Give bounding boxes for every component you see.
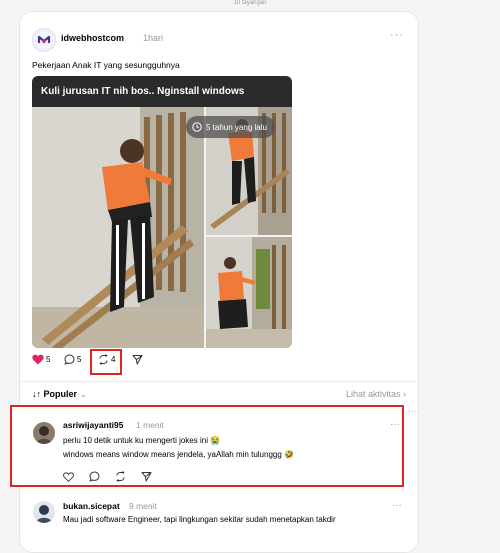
comment-timestamp: 9 menit (129, 501, 157, 511)
comment-text-line: Mau jadi software Engineer, tapi lingkun… (63, 515, 336, 524)
heart-filled-icon (32, 354, 44, 365)
sort-dropdown-label: Populer (43, 389, 78, 399)
timestamp-badge: 5 tahun yang lalu (186, 116, 275, 138)
like-count: 5 (46, 355, 51, 364)
comment-share-button[interactable] (141, 469, 167, 487)
comment-highlight-box: asriwijayanti95 1 menit ··· perlu 10 det… (10, 405, 404, 487)
chevron-down-icon: ⌄ (79, 389, 88, 399)
avatar[interactable] (33, 422, 55, 444)
post-more-button[interactable]: ··· (390, 29, 404, 41)
send-icon (141, 472, 152, 482)
repost-highlight-box (90, 349, 122, 375)
comment-more-button[interactable]: ··· (392, 500, 402, 511)
avatar[interactable] (32, 28, 56, 52)
post-media[interactable]: Kuli jurusan IT nih bos.. Nginstall wind… (32, 76, 292, 348)
comment-count: 5 (77, 355, 82, 364)
top-stub-text: 10 tayangan (233, 0, 267, 6)
user-photo-icon (33, 422, 55, 444)
photo-bottom-right[interactable] (206, 237, 292, 348)
avatar[interactable] (33, 501, 55, 523)
media-caption: Kuli jurusan IT nih bos.. Nginstall wind… (32, 76, 292, 107)
comment-bubble-icon (89, 471, 100, 482)
clock-icon (192, 122, 202, 132)
heart-outline-icon (63, 472, 74, 482)
comment-action-bar (63, 469, 167, 487)
comment-repost-button[interactable] (115, 469, 141, 487)
divider (20, 381, 418, 382)
comment-text-line: windows means window means jendela, yaAl… (63, 450, 294, 459)
comment-item: bukan.sicepat 9 menit ··· Mau jadi softw… (19, 488, 419, 524)
view-activity-label: Lihat aktivitas (345, 389, 401, 399)
user-photo-icon (33, 501, 55, 523)
send-icon (132, 355, 143, 365)
comment-username[interactable]: asriwijayanti95 (63, 420, 123, 430)
repost-icon (116, 471, 125, 482)
post-username[interactable]: idwebhostcom (61, 33, 124, 43)
timestamp-badge-label: 5 tahun yang lalu (206, 122, 267, 132)
comment-reply-button[interactable] (89, 469, 115, 487)
post-text: Pekerjaan Anak IT yang sesungguhnya (32, 60, 180, 70)
sort-arrows-icon: ↓↑ (32, 389, 41, 399)
chevron-right-icon: › (403, 389, 406, 399)
idwebhost-logo-icon (34, 30, 54, 50)
comment-like-button[interactable] (63, 469, 89, 487)
comment-username[interactable]: bukan.sicepat (63, 501, 120, 511)
sort-dropdown[interactable]: ↓↑ Populer ⌄ (32, 389, 87, 400)
comment-timestamp: 1 menit (136, 420, 164, 430)
share-button[interactable] (132, 354, 143, 365)
post-header: idwebhostcom 1hari ··· (32, 28, 406, 52)
photo-main[interactable] (32, 107, 204, 348)
comment-button[interactable]: 5 (64, 354, 81, 365)
like-button[interactable]: 5 (32, 354, 50, 365)
post-timestamp: 1hari (143, 33, 164, 43)
comment-more-button[interactable]: ··· (390, 419, 400, 430)
comment-bubble-icon (64, 354, 75, 365)
view-activity-link[interactable]: Lihat aktivitas › (346, 389, 406, 399)
comment-sort-row: ↓↑ Populer ⌄ Lihat aktivitas › (32, 389, 406, 403)
comment-text-line: perlu 10 detik untuk ku mengerti jokes i… (63, 436, 221, 445)
